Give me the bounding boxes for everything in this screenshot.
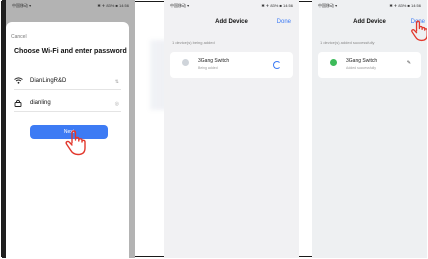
status-icons: ✱ ✈ 83% ■ 14:56 [97, 3, 129, 8]
edit-icon[interactable]: ✎ [407, 60, 411, 66]
carrier-text: 中国移动 ▾ [170, 3, 190, 8]
result-hint: 1 device(s) added successfully [320, 40, 375, 45]
device-name: 3Gang Switch [198, 58, 230, 64]
spinner-icon [273, 61, 281, 69]
status-icons: ✱ ✈ 83% ■ 14:56 [261, 3, 293, 8]
wifi-name-value: DianLingR&D [30, 78, 67, 84]
status-bar: 中国移动 ▾ ✱ ✈ 83% ■ 14:56 [312, 2, 427, 10]
device-card[interactable]: 3Gang Switch Added successfully ✎ [318, 52, 421, 78]
cancel-button[interactable]: Cancel [11, 34, 27, 40]
device-status: Being added [198, 66, 218, 70]
password-field[interactable]: dianling ◎ [14, 97, 121, 112]
phone-screen-wifi: 中国移动 ▾ ✱ ✈ 83% ■ 14:56 Cancel Choose Wi-… [2, 0, 135, 258]
status-bar: 中国移动 ▾ ✱ ✈ 83% ■ 14:56 [164, 2, 299, 10]
status-bar: 中国移动 ▾ ✱ ✈ 83% ■ 14:56 [6, 2, 135, 10]
lock-icon [14, 99, 22, 109]
device-status: Added successfully [346, 66, 376, 70]
device-name: 3Gang Switch [346, 58, 378, 64]
device-icon [182, 59, 189, 66]
switch-network-icon[interactable]: ⇅ [115, 79, 119, 85]
tap-hand-icon [64, 130, 86, 161]
page-title: Choose Wi-Fi and enter password [14, 48, 127, 55]
eye-icon[interactable]: ◎ [115, 101, 119, 107]
carrier-text: 中国移动 ▾ [318, 3, 338, 8]
phone-screen-added: 中国移动 ▾ ✱ ✈ 83% ■ 14:56 Add Device Done 1… [312, 0, 427, 258]
device-icon [330, 59, 337, 66]
done-button[interactable]: Done [277, 19, 291, 25]
carrier-text: 中国移动 ▾ [12, 3, 32, 8]
wifi-icon [14, 77, 23, 86]
progress-hint: 1 device(s) being added [172, 40, 215, 45]
wifi-name-field[interactable]: DianLingR&D ⇅ [14, 75, 121, 90]
password-value: dianling [30, 100, 51, 106]
device-card[interactable]: 3Gang Switch Being added [170, 52, 293, 78]
tap-hand-icon [410, 20, 427, 47]
status-icons: ✱ ✈ 83% ■ 14:56 [389, 3, 421, 8]
phone-screen-adding: 中国移动 ▾ ✱ ✈ 83% ■ 14:56 Add Device Done 1… [164, 0, 299, 258]
wifi-sheet: Cancel Choose Wi-Fi and enter password D… [6, 22, 129, 258]
